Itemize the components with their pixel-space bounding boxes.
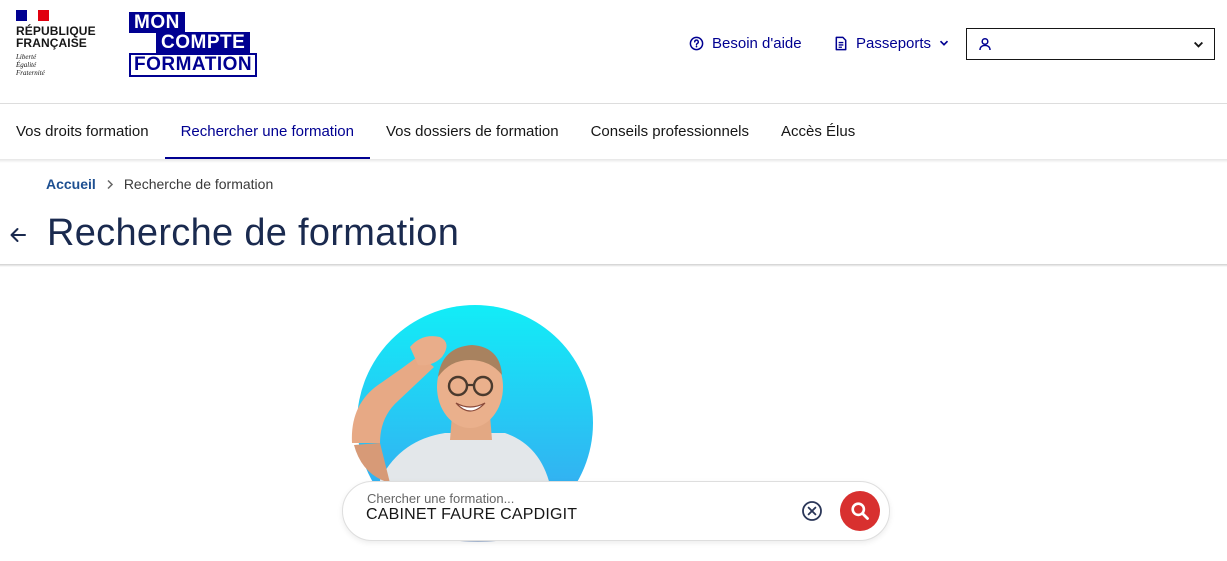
republique-motto: Liberté Égalité Fraternité <box>16 53 45 77</box>
nav-item-acces-elus[interactable]: Accès Élus <box>765 104 871 159</box>
user-account-select[interactable] <box>966 28 1215 60</box>
mon-compte-formation-logo[interactable]: MON COMPTE FORMATION <box>129 12 261 77</box>
site-header: RÉPUBLIQUE FRANÇAISE Liberté Égalité Fra… <box>0 0 1227 103</box>
chevron-down-icon <box>939 38 949 48</box>
arrow-left-icon <box>10 228 26 242</box>
republique-name: RÉPUBLIQUE FRANÇAISE <box>16 24 96 50</box>
help-link[interactable]: Besoin d'aide <box>689 33 802 53</box>
passports-label: Passeports <box>856 34 932 52</box>
republique-francaise-logo[interactable]: RÉPUBLIQUE FRANÇAISE Liberté Égalité Fra… <box>16 10 106 77</box>
title-divider <box>0 264 1227 267</box>
nav-item-vos-droits[interactable]: Vos droits formation <box>0 104 165 159</box>
breadcrumb-current: Recherche de formation <box>123 176 274 192</box>
search-label: Chercher une formation... <box>367 491 515 506</box>
page-title: Recherche de formation <box>47 212 460 254</box>
back-button[interactable] <box>8 224 28 246</box>
nav-item-vos-dossiers[interactable]: Vos dossiers de formation <box>370 104 575 159</box>
logo-line-compte: COMPTE <box>156 32 251 53</box>
document-icon <box>834 36 848 51</box>
clear-search-button[interactable] <box>800 499 824 523</box>
search-input[interactable] <box>366 506 766 524</box>
main-navigation: Vos droits formation Rechercher une form… <box>0 104 1227 159</box>
help-label: Besoin d'aide <box>712 34 802 52</box>
training-search-box: Chercher une formation... <box>342 481 890 541</box>
chevron-right-icon <box>106 179 114 190</box>
user-icon <box>978 37 992 51</box>
nav-item-rechercher[interactable]: Rechercher une formation <box>164 104 371 159</box>
nav-item-conseils[interactable]: Conseils professionnels <box>575 104 765 159</box>
close-circle-icon <box>802 501 822 521</box>
search-icon <box>851 502 869 520</box>
search-button[interactable] <box>840 491 880 531</box>
french-flag-icon <box>16 10 49 21</box>
passports-menu[interactable]: Passeports <box>834 33 949 53</box>
breadcrumb-home-link[interactable]: Accueil <box>46 176 96 192</box>
breadcrumb: Accueil Recherche de formation <box>46 175 273 193</box>
chevron-down-icon <box>1193 39 1204 50</box>
question-circle-icon <box>689 36 704 51</box>
nav-shadow <box>0 159 1227 163</box>
logo-line-formation: FORMATION <box>129 53 258 77</box>
logo-line-mon: MON <box>129 12 185 33</box>
